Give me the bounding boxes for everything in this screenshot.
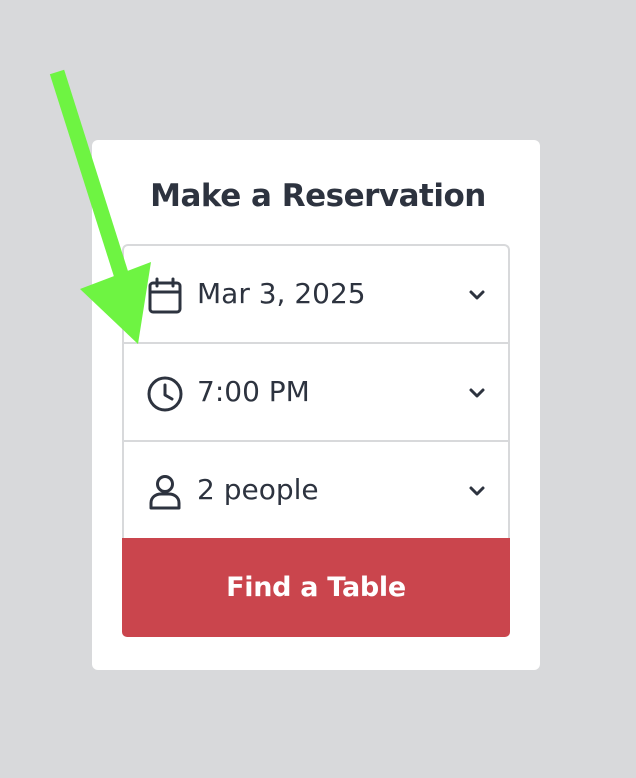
- chevron-down-icon: [468, 482, 486, 496]
- chevron-down-icon: [468, 286, 486, 300]
- reservation-title: Make a Reservation: [150, 178, 486, 214]
- party-size-value: 2 people: [197, 473, 319, 506]
- time-picker[interactable]: 7:00 PM: [124, 344, 508, 442]
- find-table-button[interactable]: Find a Table: [122, 538, 510, 637]
- date-value: Mar 3, 2025: [197, 277, 366, 310]
- calendar-icon: [146, 277, 184, 315]
- clock-icon: [146, 375, 184, 413]
- time-value: 7:00 PM: [197, 375, 310, 408]
- reservation-pickers: Mar 3, 2025 7:00 PM 2 people: [122, 244, 510, 538]
- person-icon: [146, 473, 184, 511]
- party-size-picker[interactable]: 2 people: [124, 442, 508, 538]
- date-picker[interactable]: Mar 3, 2025: [124, 246, 508, 344]
- chevron-down-icon: [468, 384, 486, 398]
